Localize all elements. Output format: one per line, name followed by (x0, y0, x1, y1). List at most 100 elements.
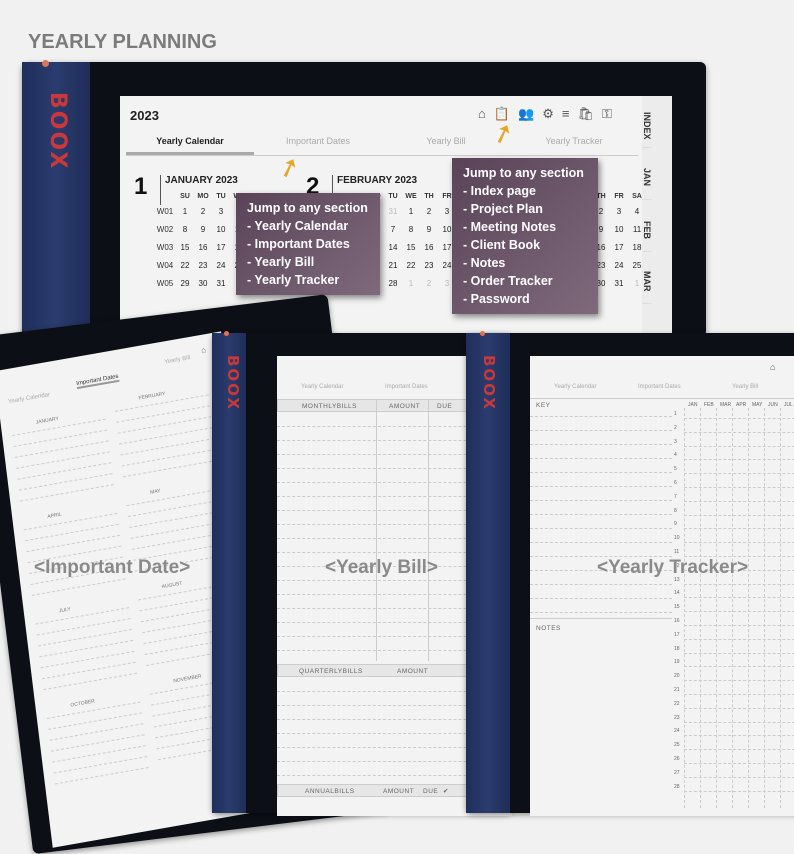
tab-yearly-bill[interactable]: Yearly Bill (164, 355, 190, 365)
tracker-col (764, 408, 765, 808)
day-cell[interactable]: 29 (176, 279, 194, 288)
day-cell[interactable]: 16 (420, 243, 438, 252)
calendar-year: 2023 (130, 108, 159, 123)
tracker-row-number: 19 (674, 659, 680, 666)
key-line (530, 528, 672, 529)
day-cell[interactable]: 10 (212, 225, 230, 234)
tracker-row-number: 22 (674, 700, 680, 707)
week-label: W01 (156, 206, 174, 216)
tracker-row-number: 15 (674, 604, 680, 611)
entry-line (23, 512, 118, 531)
day-cell[interactable]: 3 (212, 207, 230, 216)
bag-icon[interactable]: 🛍 (577, 106, 594, 122)
day-cell[interactable]: 8 (402, 225, 420, 234)
tab-important-dates[interactable]: Important Dates (76, 373, 120, 390)
tracker-month: JUN (768, 402, 778, 408)
key-line (530, 444, 672, 445)
tracker-row-number: 5 (674, 466, 677, 473)
quarterly-bills-header: QUARTERLYBILLS (299, 668, 363, 675)
day-cell[interactable]: 18 (628, 243, 646, 252)
tracker-month: JAN (688, 402, 698, 408)
day-cell[interactable]: 31 (610, 279, 628, 288)
day-cell[interactable]: 9 (194, 225, 212, 234)
tab-yearly-calendar[interactable]: Yearly Calendar (8, 392, 51, 405)
tab-yearly-bill[interactable]: Yearly Bill (732, 384, 758, 390)
day-cell[interactable]: 3 (610, 207, 628, 216)
day-cell[interactable]: 28 (384, 279, 402, 288)
day-cell[interactable]: 7 (384, 225, 402, 234)
entry-line (126, 488, 221, 507)
tab-important-dates[interactable]: Important Dates (385, 384, 428, 390)
day-cell[interactable]: 2 (194, 207, 212, 216)
day-cell[interactable]: 17 (212, 243, 230, 252)
person-settings-icon[interactable]: ⚙ (542, 106, 554, 122)
day-cell[interactable]: 21 (384, 261, 402, 270)
day-cell[interactable]: 31 (384, 207, 402, 216)
key-line (530, 500, 672, 501)
month-label: FEBRUARY (138, 390, 166, 402)
day-cell[interactable]: 14 (384, 243, 402, 252)
side-tab-index[interactable]: INDEX (642, 96, 652, 148)
day-cell[interactable]: 31 (212, 279, 230, 288)
tracker-col (700, 408, 701, 808)
brand-logo: BOOX (45, 92, 70, 171)
day-cell[interactable]: 1 (402, 279, 420, 288)
month-label: JULY (58, 606, 72, 615)
day-cell[interactable]: 24 (610, 261, 628, 270)
home-icon[interactable]: ⌂ (201, 345, 207, 355)
tracker-row-number: 18 (674, 645, 680, 652)
day-cell[interactable]: 24 (212, 261, 230, 270)
tab-yearly-bill[interactable]: Yearly Bill (382, 136, 510, 155)
tab-yearly-calendar[interactable]: Yearly Calendar (126, 136, 254, 155)
tracker-month: APR (736, 402, 747, 408)
day-cell[interactable]: 1 (176, 207, 194, 216)
tab-yearly-calendar[interactable]: Yearly Calendar (301, 384, 343, 390)
day-cell[interactable]: 1 (628, 279, 646, 288)
brand-logo: BOOX (224, 355, 242, 411)
home-icon[interactable]: ⌂ (770, 362, 775, 372)
day-cell[interactable]: 9 (420, 225, 438, 234)
amount-header: AMOUNT (389, 403, 421, 410)
day-cell[interactable]: 30 (194, 279, 212, 288)
tooltip-item: - Project Plan (463, 202, 543, 216)
month-label: AUGUST (161, 580, 183, 591)
day-cell[interactable]: 10 (610, 225, 628, 234)
day-cell[interactable]: 15 (402, 243, 420, 252)
day-cell[interactable]: 1 (402, 207, 420, 216)
key-line (530, 514, 672, 515)
tracker-month: JUL (784, 402, 793, 408)
list-icon[interactable]: ≡ (562, 106, 570, 122)
home-icon[interactable]: ⌂ (478, 106, 486, 122)
tab-yearly-tracker[interactable]: Yearly Tracker (510, 136, 638, 155)
people-icon[interactable]: 👥 (518, 106, 534, 122)
key-icon[interactable]: ⚿ (602, 106, 612, 122)
tab-yearly-calendar[interactable]: Yearly Calendar (554, 384, 596, 390)
day-cell[interactable]: 8 (176, 225, 194, 234)
day-cell[interactable]: 17 (610, 243, 628, 252)
tracker-row-number: 8 (674, 507, 677, 514)
day-cell[interactable]: 15 (176, 243, 194, 252)
tracker-row-number: 7 (674, 493, 677, 500)
day-cell[interactable]: 25 (628, 261, 646, 270)
day-cell[interactable]: 22 (402, 261, 420, 270)
tab-important-dates[interactable]: Important Dates (254, 136, 382, 155)
calendar-tabs: Yearly Calendar Important Dates Yearly Bil… (126, 136, 638, 156)
day-cell[interactable]: 2 (420, 279, 438, 288)
day-cell[interactable]: 4 (628, 207, 646, 216)
page-title: YEARLY PLANNING (28, 31, 217, 53)
day-cell[interactable]: 11 (628, 225, 646, 234)
day-cell[interactable]: 23 (420, 261, 438, 270)
tracker-row-number: 20 (674, 673, 680, 680)
day-cell[interactable]: 23 (194, 261, 212, 270)
tracker-col (732, 408, 733, 808)
month-number: 1 (134, 173, 148, 200)
tracker-row-number: 23 (674, 714, 680, 721)
day-cell[interactable]: 2 (420, 207, 438, 216)
tracker-month: MAR (720, 402, 732, 408)
day-cell[interactable]: 22 (176, 261, 194, 270)
day-cell[interactable]: 16 (194, 243, 212, 252)
tracker-row-number: 21 (674, 687, 680, 693)
tracker-row-number: 3 (674, 438, 677, 445)
tab-important-dates[interactable]: Important Dates (638, 384, 681, 390)
key-line (530, 612, 672, 613)
